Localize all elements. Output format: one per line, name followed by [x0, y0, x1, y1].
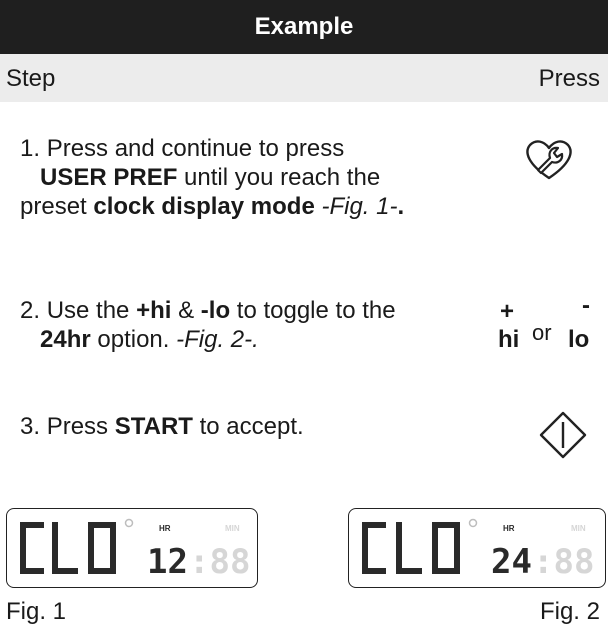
step-number: 3.: [20, 413, 41, 440]
hi-label: hi: [498, 326, 520, 353]
minus-sign: -: [582, 292, 590, 319]
step-3: 3. Press START to accept.: [20, 412, 440, 441]
lcd-hr-label: HR: [503, 524, 515, 533]
lcd-clo-text: [20, 522, 116, 574]
lcd-digits: HR MIN 12 :88: [20, 518, 250, 582]
lcd-time-minutes: :88: [189, 542, 250, 582]
step-text: to toggle to the: [236, 297, 396, 324]
start-keyword: START: [114, 413, 193, 440]
press-column-label: Press: [538, 65, 600, 92]
figure-1-caption: Fig. 1: [6, 598, 67, 625]
lcd-clo-text: [362, 522, 460, 574]
start-icon: [539, 411, 587, 459]
lcd-display-fig-1: HR MIN 12 :88: [6, 508, 258, 588]
step-text: Use the: [46, 297, 130, 324]
lcd-time-hours: 12: [147, 542, 188, 582]
lcd-digits: HR MIN 24 :88: [362, 518, 594, 582]
figure-2-caption: Fig. 2: [539, 598, 600, 625]
lcd-display-fig-2: HR MIN 24 :88: [348, 508, 606, 588]
step-text: to accept.: [199, 413, 304, 440]
lcd-min-label: MIN: [571, 524, 586, 533]
hi-keyword: +hi: [136, 297, 172, 324]
fig-reference: -Fig. 2-.: [176, 326, 259, 353]
lo-keyword: -lo: [200, 297, 231, 324]
user-pref-keyword: USER PREF: [40, 164, 178, 191]
lcd-time-hours: 24: [491, 542, 532, 582]
lcd-hr-label: HR: [159, 524, 171, 533]
clock-display-mode-keyword: clock display mode: [93, 193, 315, 220]
step-text: Press: [46, 413, 109, 440]
hi-lo-press-label: + - hi or lo: [498, 292, 602, 366]
period: .: [397, 193, 405, 220]
or-label: or: [532, 320, 552, 345]
lo-label: lo: [568, 326, 590, 353]
step-1: 1. Press and continue to press USER PREF…: [20, 134, 420, 221]
step-number: 2.: [20, 297, 41, 324]
column-header-row: Step Press: [0, 54, 608, 102]
step-text: Press and continue to press: [46, 135, 345, 162]
step-number: 1.: [20, 135, 41, 162]
step-text: &: [178, 297, 195, 324]
lcd-time-minutes: :88: [533, 542, 594, 582]
user-pref-wrench-icon: [526, 140, 572, 180]
24hr-keyword: 24hr: [40, 326, 91, 353]
header-title: Example: [254, 13, 354, 40]
example-header: Example: [0, 0, 608, 54]
step-2: 2. Use the +hi & -lo to toggle to the 24…: [20, 296, 440, 354]
lcd-min-label: MIN: [225, 524, 240, 533]
step-column-label: Step: [6, 65, 56, 92]
fig-reference: -Fig. 1-: [321, 193, 398, 220]
step-text: option.: [97, 326, 170, 353]
plus-sign: +: [500, 298, 515, 325]
